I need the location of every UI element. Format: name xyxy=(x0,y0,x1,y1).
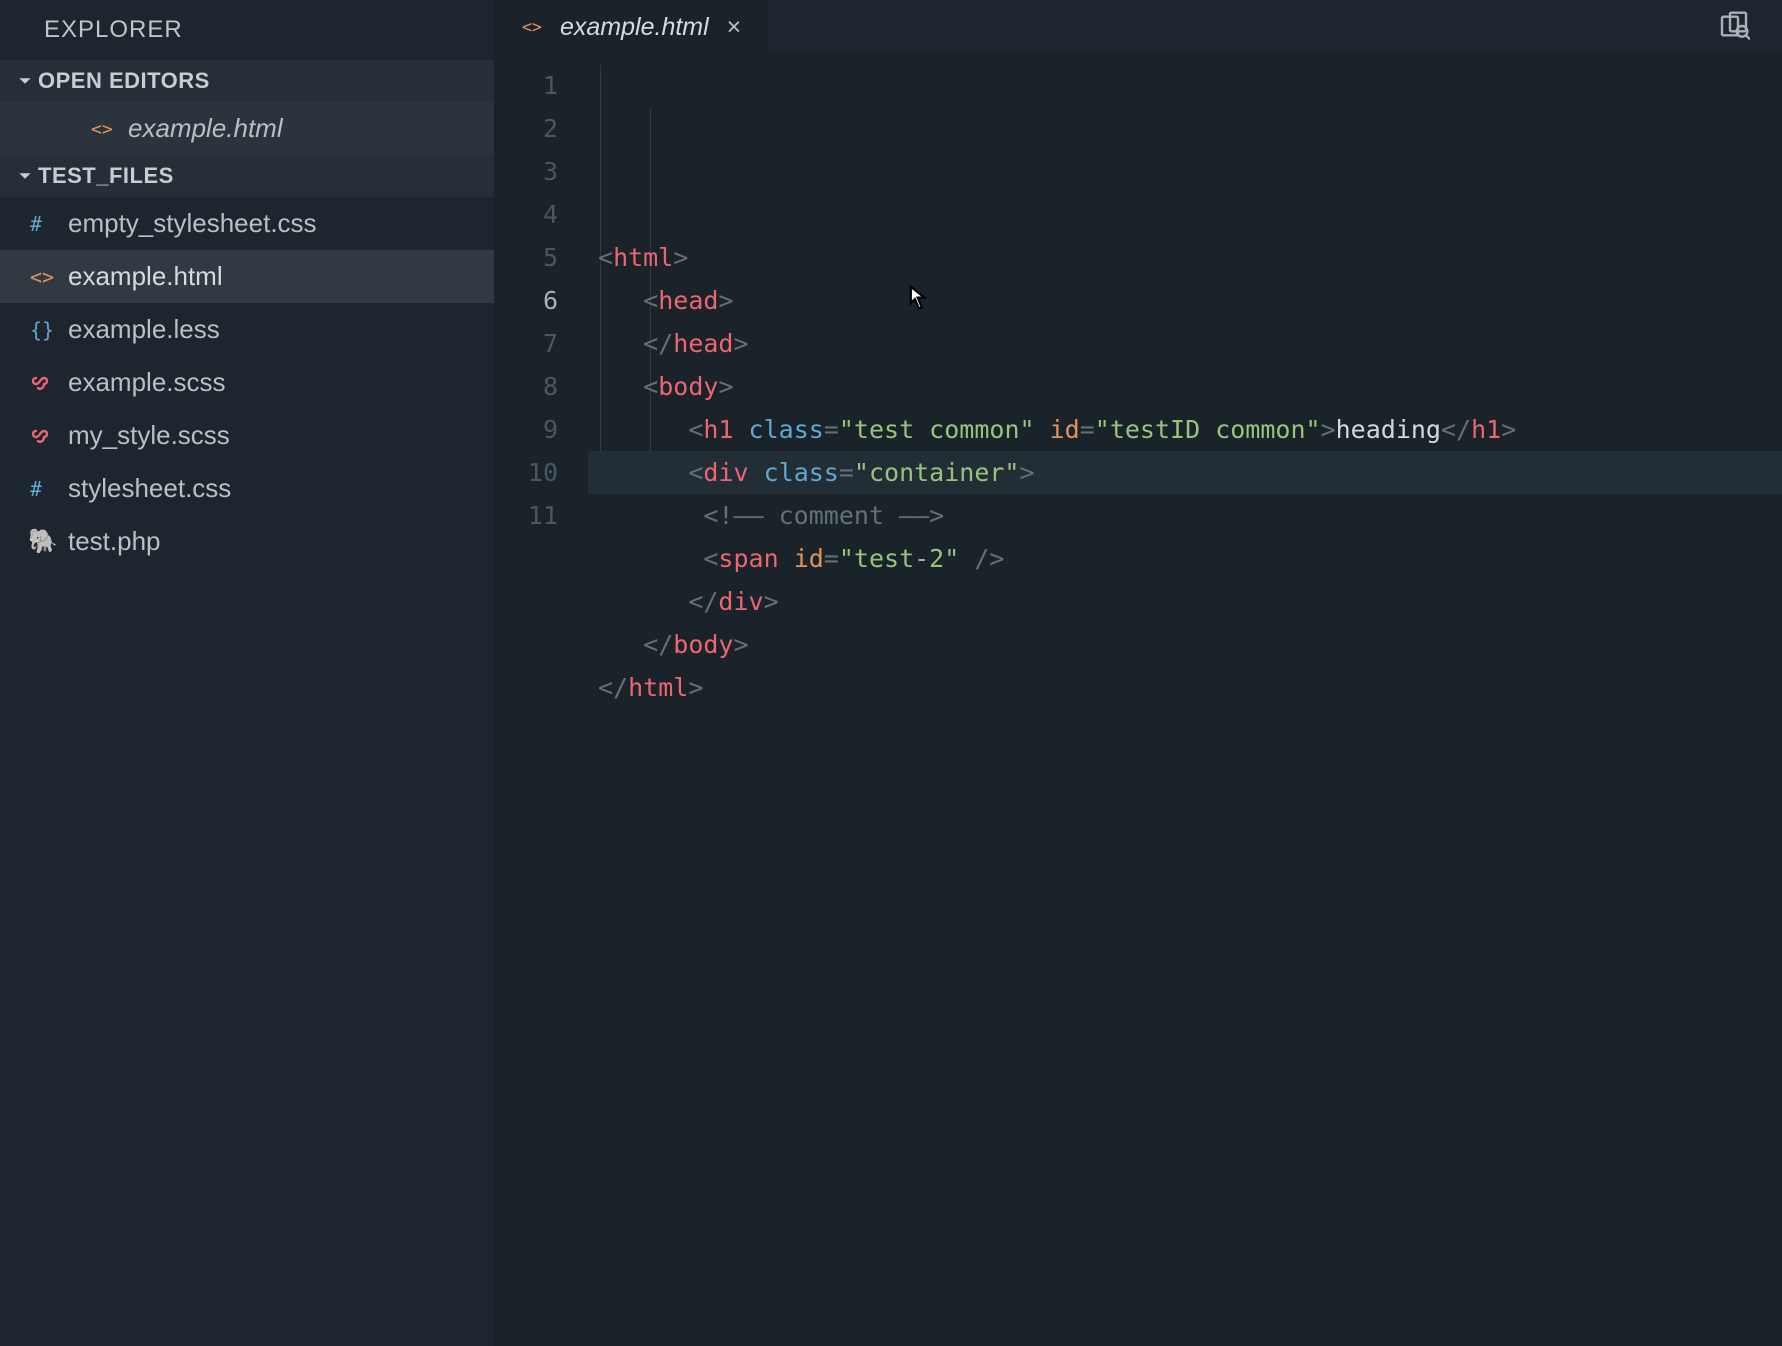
code-content[interactable]: <html> <head> </head> <body> <h1 class="… xyxy=(588,54,1782,1346)
code-line[interactable]: <span id="test-2" /> xyxy=(588,537,1782,580)
line-number: 10 xyxy=(494,451,588,494)
code-line[interactable]: </html> xyxy=(588,666,1782,709)
line-number: 11 xyxy=(494,494,588,537)
chevron-down-icon xyxy=(18,74,32,88)
php-icon: 🐘 xyxy=(30,529,56,555)
file-name: stylesheet.css xyxy=(68,473,231,504)
code-line[interactable]: <head> xyxy=(588,279,1782,322)
close-icon[interactable]: × xyxy=(723,13,746,42)
tab-example-html[interactable]: <> example.html × xyxy=(494,0,767,54)
line-number: 8 xyxy=(494,365,588,408)
file-name: example.less xyxy=(68,314,220,345)
file-name: empty_stylesheet.css xyxy=(68,208,317,239)
svg-text:#: # xyxy=(30,212,42,236)
folder-label: TEST_FILES xyxy=(38,163,174,189)
line-number: 7 xyxy=(494,322,588,365)
code-line[interactable]: <!—— comment ——> xyxy=(588,494,1782,537)
file-item-test-php[interactable]: 🐘 test.php xyxy=(0,515,494,568)
code-line[interactable]: <html> xyxy=(588,236,1782,279)
svg-text:<>: <> xyxy=(91,119,113,140)
code-line[interactable]: <div class="container"> xyxy=(588,451,1782,494)
svg-text:#: # xyxy=(30,477,42,501)
file-item-example-scss[interactable]: example.scss xyxy=(0,356,494,409)
line-number: 2 xyxy=(494,107,588,150)
open-editor-filename: example.html xyxy=(128,113,283,144)
explorer-title: EXPLORER xyxy=(0,0,494,60)
line-number: 9 xyxy=(494,408,588,451)
chevron-down-icon xyxy=(18,169,32,183)
css-icon: # xyxy=(30,211,56,237)
code-line[interactable]: </div> xyxy=(588,580,1782,623)
folder-header[interactable]: TEST_FILES xyxy=(0,155,494,197)
tab-label: example.html xyxy=(560,13,709,42)
open-editors-label: OPEN EDITORS xyxy=(38,68,210,94)
file-name: example.scss xyxy=(68,367,226,398)
line-number: 5 xyxy=(494,236,588,279)
line-number-gutter: 1234567891011 xyxy=(494,54,588,1346)
html-icon: <> xyxy=(30,264,56,290)
code-line[interactable]: <body> xyxy=(588,365,1782,408)
html-icon: <> xyxy=(90,116,116,142)
line-number: 1 xyxy=(494,64,588,107)
open-editors-header[interactable]: OPEN EDITORS xyxy=(0,60,494,102)
scss-icon xyxy=(30,370,56,396)
editor-pane: <> example.html × 1234567891011 <html> <… xyxy=(494,0,1782,1346)
svg-text:<>: <> xyxy=(522,18,542,37)
svg-text:{}: {} xyxy=(30,318,54,342)
open-changes-icon[interactable] xyxy=(1718,10,1750,42)
line-number: 6 xyxy=(494,279,588,322)
svg-text:<>: <> xyxy=(30,265,54,289)
file-item-my-style-scss[interactable]: my_style.scss xyxy=(0,409,494,462)
file-item-example-html[interactable]: <> example.html xyxy=(0,250,494,303)
file-item-stylesheet-css[interactable]: # stylesheet.css xyxy=(0,462,494,515)
line-number: 4 xyxy=(494,193,588,236)
scss-icon xyxy=(30,423,56,449)
file-item-empty-stylesheet-css[interactable]: # empty_stylesheet.css xyxy=(0,197,494,250)
code-line[interactable]: </head> xyxy=(588,322,1782,365)
tab-bar: <> example.html × xyxy=(494,0,1782,54)
css-icon: # xyxy=(30,476,56,502)
less-icon: {} xyxy=(30,317,56,343)
code-line[interactable]: </body> xyxy=(588,623,1782,666)
code-area[interactable]: 1234567891011 <html> <head> </head> <bod… xyxy=(494,54,1782,1346)
file-name: my_style.scss xyxy=(68,420,230,451)
file-name: example.html xyxy=(68,261,223,292)
html-icon: <> xyxy=(520,14,546,40)
file-item-example-less[interactable]: {} example.less xyxy=(0,303,494,356)
file-name: test.php xyxy=(68,526,161,557)
line-number: 3 xyxy=(494,150,588,193)
open-editor-item[interactable]: <> example.html xyxy=(0,102,494,155)
code-line[interactable]: <h1 class="test common" id="testID commo… xyxy=(588,408,1782,451)
explorer-sidebar: EXPLORER OPEN EDITORS <> example.html TE… xyxy=(0,0,494,1346)
